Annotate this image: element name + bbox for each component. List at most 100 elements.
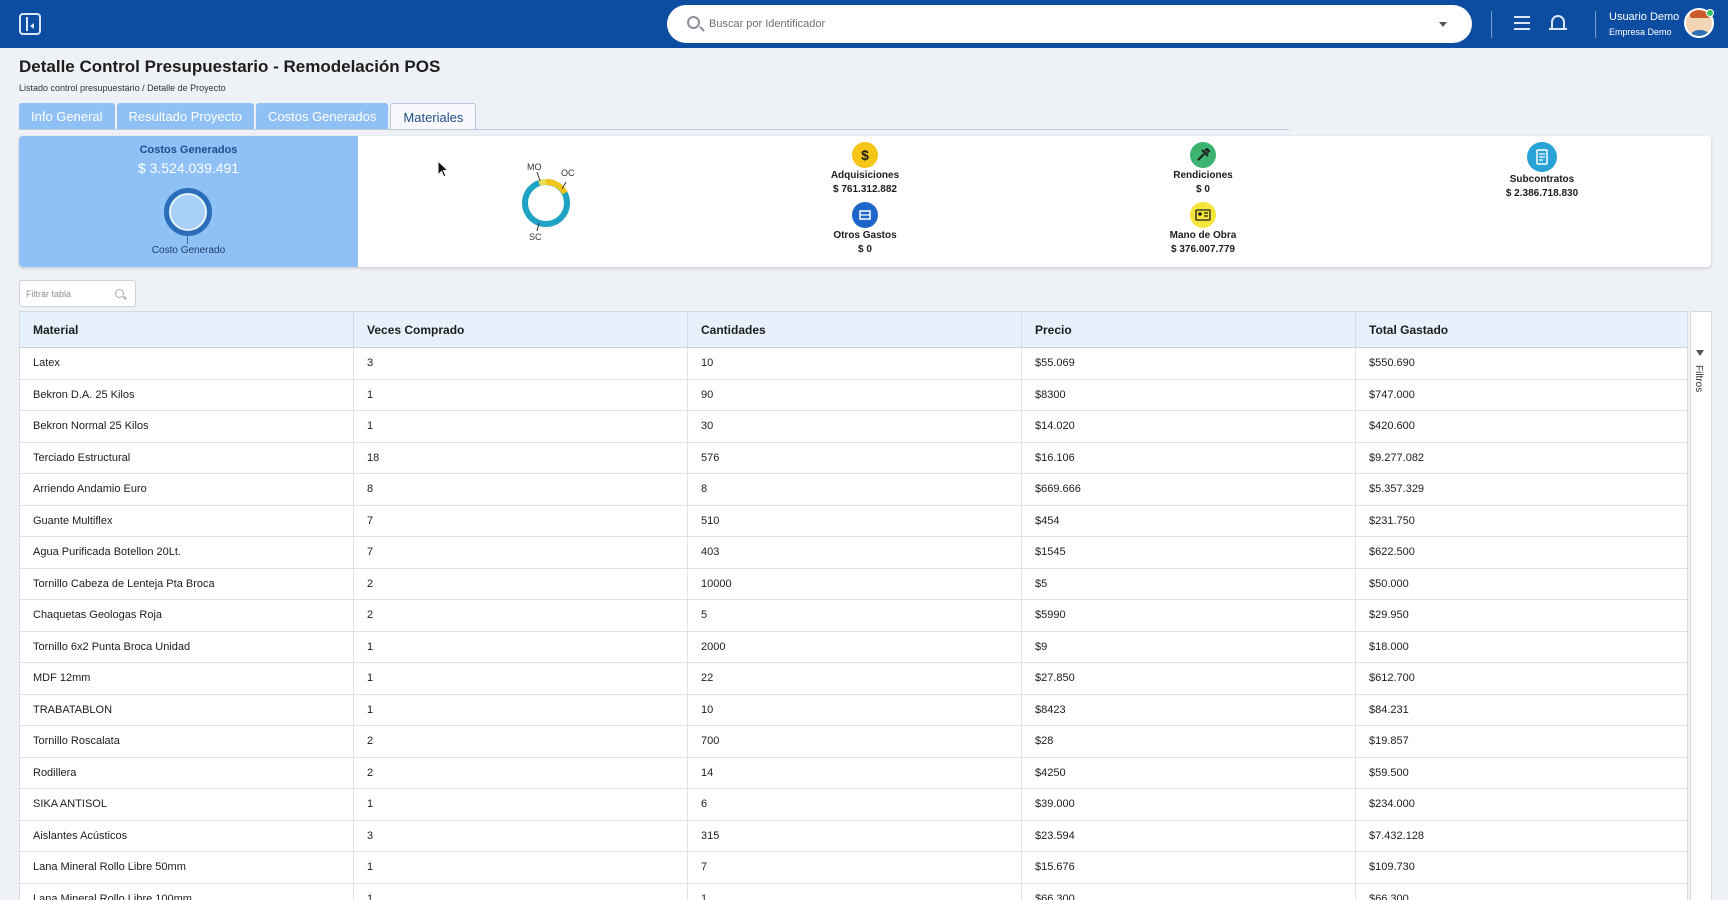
table-row[interactable]: TRABATABLON 1 10 $8423 $84.231 xyxy=(20,694,1687,726)
top-bar: Usuario Demo Empresa Demo xyxy=(0,0,1728,48)
cell-cantidades: 1 xyxy=(688,883,1022,900)
cell-veces-comprado: 2 xyxy=(354,757,688,789)
table-row[interactable]: Latex 3 10 $55.069 $550.690 xyxy=(20,348,1687,380)
cell-total-gastado: $622.500 xyxy=(1356,537,1687,569)
search-bar[interactable] xyxy=(667,5,1472,43)
cost-distribution-donut: MO OC SC xyxy=(522,162,575,241)
metric-label: Rendiciones xyxy=(1173,170,1233,181)
cell-precio: $14.020 xyxy=(1022,411,1356,443)
cell-precio: $8300 xyxy=(1022,379,1356,411)
cell-total-gastado: $19.857 xyxy=(1356,726,1687,758)
table-row[interactable]: Agua Purificada Botellon 20Lt. 7 403 $1545 $… xyxy=(20,537,1687,569)
metric-rendiciones: Rendiciones $ 0 xyxy=(1123,142,1283,195)
cell-cantidades: 8 xyxy=(688,474,1022,506)
cell-cantidades: 7 xyxy=(688,852,1022,884)
cell-precio: $454 xyxy=(1022,505,1356,537)
filters-label[interactable]: Filtros xyxy=(1693,365,1704,392)
column-header-veces-comprado[interactable]: Veces Comprado xyxy=(354,312,688,348)
cell-cantidades: 30 xyxy=(688,411,1022,443)
table-row[interactable]: SIKA ANTISOL 1 6 $39.000 $234.000 xyxy=(20,789,1687,821)
filter-funnel-icon[interactable] xyxy=(1696,350,1704,356)
cell-material: Tornillo Cabeza de Lenteja Pta Broca xyxy=(20,568,354,600)
cell-material: Chaquetas Geologas Roja xyxy=(20,600,354,632)
donut-label-oc: OC xyxy=(561,168,575,178)
cell-total-gastado: $7.432.128 xyxy=(1356,821,1687,853)
metric-value: $ 0 xyxy=(858,244,872,255)
cell-material: Lana Mineral Rollo Libre 50mm xyxy=(20,852,354,884)
cell-total-gastado: $612.700 xyxy=(1356,663,1687,695)
table-body: Latex 3 10 $55.069 $550.690 Bekron D.A. 25 Ki… xyxy=(20,348,1687,900)
metric-value: $ 2.386.718.830 xyxy=(1505,188,1579,199)
donut-label-mo: MO xyxy=(527,162,542,172)
cell-cantidades: 510 xyxy=(688,505,1022,537)
user-name[interactable]: Usuario Demo xyxy=(1609,11,1679,23)
metric-adquisiciones: $ Adquisiciones $ 761.312.882 xyxy=(785,142,945,195)
table-row[interactable]: Arriendo Andamio Euro 8 8 $669.666 $5.357.32… xyxy=(20,474,1687,506)
cell-veces-comprado: 18 xyxy=(354,442,688,474)
tab-info-general[interactable]: Info General xyxy=(19,103,115,130)
cell-precio: $28 xyxy=(1022,726,1356,758)
table-row[interactable]: Tornillo Cabeza de Lenteja Pta Broca 2 100… xyxy=(20,568,1687,600)
cell-material: Aislantes Acústicos xyxy=(20,820,354,852)
cell-precio: $27.850 xyxy=(1022,663,1356,695)
search-input[interactable] xyxy=(705,5,1405,43)
bell-icon[interactable] xyxy=(1549,15,1567,30)
metric-label: Mano de Obra xyxy=(1169,230,1237,241)
table-row[interactable]: Aislantes Acústicos 3 315 $23.594 $7.432.128 xyxy=(20,820,1687,853)
tools-icon xyxy=(1190,142,1216,168)
cell-cantidades: 10 xyxy=(688,348,1022,380)
cell-precio: $1545 xyxy=(1022,537,1356,569)
costo-generado-label: Costo Generado xyxy=(151,245,226,256)
breadcrumb[interactable]: Listado control presupuestario / Detalle… xyxy=(19,83,226,93)
costo-generado-ring-chart xyxy=(164,188,212,236)
column-header-cantidades[interactable]: Cantidades xyxy=(688,312,1022,348)
column-header-material[interactable]: Material xyxy=(20,312,354,348)
donut-leader-mo xyxy=(536,171,541,182)
table-row[interactable]: Tornillo Roscalata 2 700 $28 $19.857 xyxy=(20,726,1687,758)
cell-precio: $669.666 xyxy=(1022,474,1356,506)
cell-material: MDF 12mm xyxy=(20,663,354,695)
table-row[interactable]: MDF 12mm 1 22 $27.850 $612.700 xyxy=(20,663,1687,695)
cell-total-gastado: $29.950 xyxy=(1356,600,1687,632)
cell-veces-comprado: 1 xyxy=(354,379,688,411)
cell-material: Terciado Estructural xyxy=(20,442,354,474)
column-header-precio[interactable]: Precio xyxy=(1022,312,1356,348)
cell-veces-comprado: 3 xyxy=(354,348,688,380)
costos-generados-value: $ 3.524.039.491 xyxy=(137,160,240,176)
filters-side-panel[interactable] xyxy=(1690,311,1712,900)
table-filter[interactable] xyxy=(19,280,136,307)
cell-cantidades: 6 xyxy=(688,789,1022,821)
menu-icon[interactable] xyxy=(1514,16,1530,31)
cell-total-gastado: $234.000 xyxy=(1356,789,1687,821)
cell-cantidades: 14 xyxy=(688,757,1022,789)
tab-materiales[interactable]: Materiales xyxy=(390,103,477,130)
metric-label: Subcontratos xyxy=(1509,174,1575,185)
table-row[interactable]: Lana Mineral Rollo Libre 100mm 1 1 $66.300 $… xyxy=(20,883,1687,900)
table-row[interactable]: Bekron D.A. 25 Kilos 1 90 $8300 $747.000 xyxy=(20,379,1687,411)
donut-label-sc: SC xyxy=(529,232,542,241)
table-row[interactable]: Lana Mineral Rollo Libre 50mm 1 7 $15.676 $1… xyxy=(20,852,1687,884)
costos-generados-panel: Costos Generados $ 3.524.039.491 Costo G… xyxy=(19,136,358,267)
search-icon xyxy=(687,16,700,29)
metric-label: Adquisiciones xyxy=(830,170,900,181)
table-row[interactable]: Bekron Normal 25 Kilos 1 30 $14.020 $420.600 xyxy=(20,411,1687,443)
cell-material: Tornillo Roscalata xyxy=(20,726,354,758)
column-header-total-gastado[interactable]: Total Gastado xyxy=(1356,312,1687,348)
cell-cantidades: 315 xyxy=(688,820,1022,852)
table-row[interactable]: Tornillo 6x2 Punta Broca Unidad 1 2000 $9 $1… xyxy=(20,631,1687,664)
chevron-down-icon[interactable] xyxy=(1439,22,1447,27)
sidebar-toggle-icon[interactable] xyxy=(19,13,41,35)
table-row[interactable]: Terciado Estructural 18 576 $16.106 $9.277.0… xyxy=(20,442,1687,474)
table-row[interactable]: Guante Multiflex 7 510 $454 $231.750 xyxy=(20,505,1687,537)
cell-veces-comprado: 2 xyxy=(354,568,688,600)
cell-total-gastado: $66.300 xyxy=(1356,884,1687,900)
table-row[interactable]: Chaquetas Geologas Roja 2 5 $5990 $29.950 xyxy=(20,600,1687,632)
cell-cantidades: 576 xyxy=(688,442,1022,474)
table-row[interactable]: Rodillera 2 14 $4250 $59.500 xyxy=(20,757,1687,789)
user-company: Empresa Demo xyxy=(1609,27,1672,37)
cell-total-gastado: $18.000 xyxy=(1356,632,1687,664)
filter-input[interactable] xyxy=(26,281,111,306)
tab-costos-generados[interactable]: Costos Generados xyxy=(256,103,389,130)
tab-resultado-proyecto[interactable]: Resultado Proyecto xyxy=(116,103,254,130)
cell-material: Bekron D.A. 25 Kilos xyxy=(20,379,354,411)
